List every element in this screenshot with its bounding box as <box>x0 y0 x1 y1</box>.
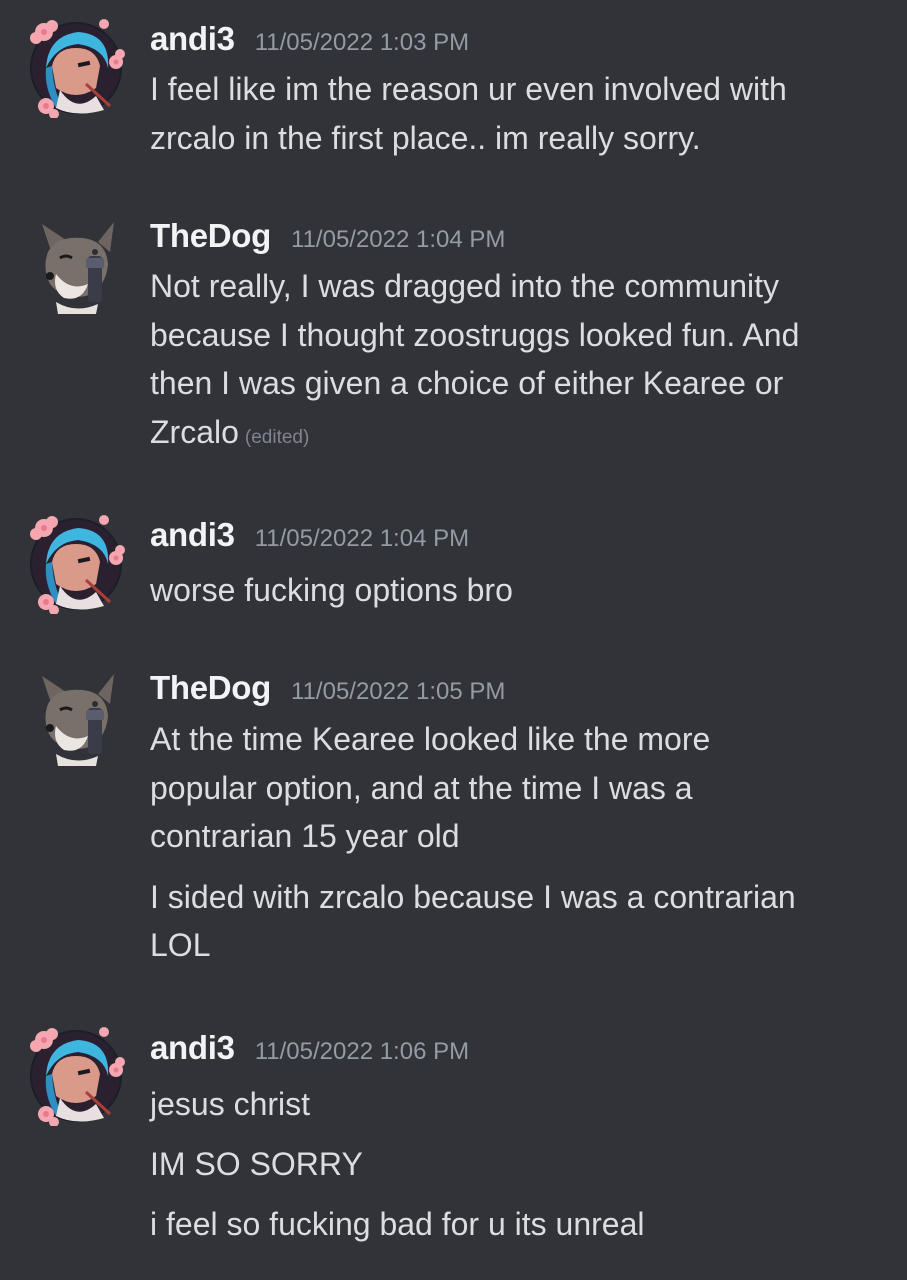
wolf-with-gun-avatar-icon <box>30 222 122 314</box>
message-header: andi3 11/05/2022 1:04 PM <box>150 516 469 560</box>
timestamp: 11/05/2022 1:03 PM <box>254 29 470 56</box>
message-text: worse fucking options bro <box>150 572 513 608</box>
message-text: LOL <box>150 927 211 963</box>
message-text: Not really, I was dragged into the commu… <box>150 268 780 304</box>
message-text: IM SO SORRY <box>150 1146 363 1182</box>
username[interactable]: andi3 <box>150 1029 235 1067</box>
user-avatar[interactable] <box>26 670 122 766</box>
user-avatar[interactable] <box>26 218 122 314</box>
message-text: then I was given a choice of either Kear… <box>150 365 784 401</box>
user-avatar[interactable] <box>26 1026 125 1126</box>
message-text: At the time Kearee looked like the more <box>150 721 711 757</box>
message-header: TheDog 11/05/2022 1:04 PM <box>150 217 505 261</box>
anime-girl-avatar-icon <box>30 1027 125 1126</box>
timestamp: 11/05/2022 1:04 PM <box>291 226 506 253</box>
message-text: popular option, and at the time I was a <box>150 770 693 806</box>
message-text: jesus christ <box>150 1086 311 1122</box>
message-text-last: Zrcalo (edited) <box>150 408 880 462</box>
message-header: andi3 11/05/2022 1:03 PM <box>150 20 469 64</box>
user-avatar[interactable] <box>26 514 125 614</box>
message-text: I sided with zrcalo because I was a cont… <box>150 879 796 915</box>
message-text: i feel so fucking bad for u its unreal <box>150 1206 645 1242</box>
timestamp: 11/05/2022 1:06 PM <box>254 1038 470 1065</box>
timestamp: 11/05/2022 1:04 PM <box>254 525 470 552</box>
anime-girl-avatar-icon <box>30 19 125 118</box>
anime-girl-avatar-icon <box>30 515 125 614</box>
username[interactable]: TheDog <box>150 217 271 255</box>
user-avatar[interactable] <box>26 18 125 118</box>
username[interactable]: andi3 <box>150 516 235 554</box>
message-text: because I thought zoostruggs looked fun.… <box>150 317 800 353</box>
message-header: andi3 11/05/2022 1:06 PM <box>150 1029 469 1073</box>
message-text: Zrcalo <box>150 414 239 450</box>
message-text: contrarian 15 year old <box>150 818 460 854</box>
timestamp: 11/05/2022 1:05 PM <box>291 678 506 705</box>
message-text: I feel like im the reason ur even involv… <box>150 71 787 107</box>
username[interactable]: TheDog <box>150 669 271 707</box>
username[interactable]: andi3 <box>150 20 235 58</box>
message-header: TheDog 11/05/2022 1:05 PM <box>150 669 505 713</box>
message-text: zrcalo in the first place.. im really so… <box>150 120 701 156</box>
wolf-with-gun-avatar-icon <box>30 674 122 766</box>
edited-label: (edited) <box>244 427 310 448</box>
